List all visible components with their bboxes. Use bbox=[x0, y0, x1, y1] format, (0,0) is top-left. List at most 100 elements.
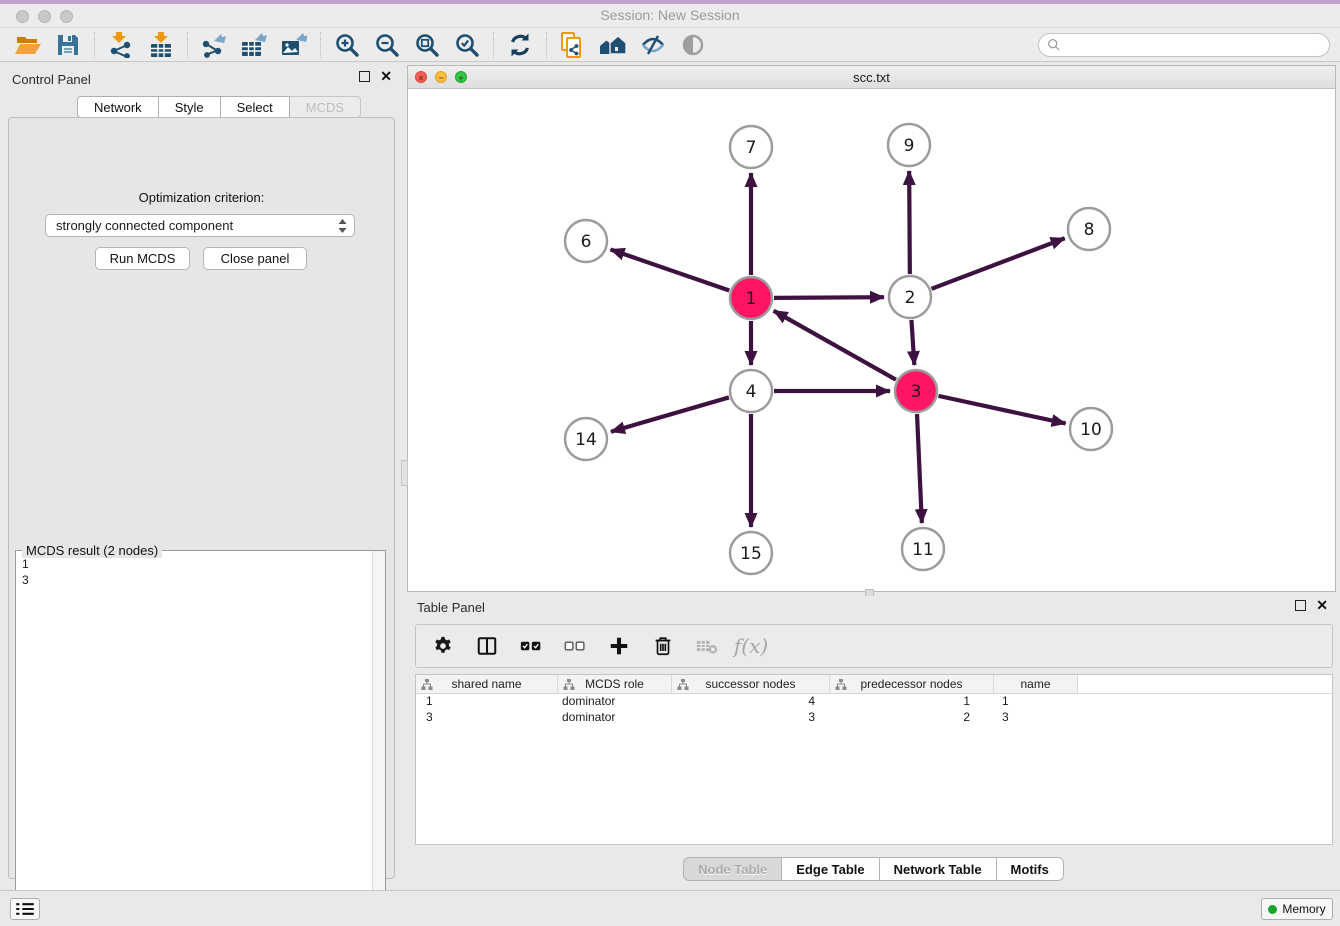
vertical-splitter-handle[interactable] bbox=[401, 460, 408, 486]
tab-style[interactable]: Style bbox=[159, 96, 221, 118]
memory-status-icon bbox=[1268, 905, 1277, 914]
zoom-out-icon[interactable] bbox=[367, 30, 407, 60]
duplicate-network-icon[interactable] bbox=[553, 30, 593, 60]
graph-node-1[interactable]: 1 bbox=[730, 277, 772, 319]
graph-node-7[interactable]: 7 bbox=[730, 126, 772, 168]
close-panel-button[interactable]: Close panel bbox=[203, 247, 307, 270]
search-field[interactable] bbox=[1038, 33, 1330, 57]
zoom-selected-icon[interactable] bbox=[447, 30, 487, 60]
graph-edge-4-14[interactable] bbox=[611, 397, 729, 431]
memory-button[interactable]: Memory bbox=[1261, 898, 1333, 920]
graph-edge-2-3[interactable] bbox=[911, 320, 914, 365]
table-cell[interactable]: 3 bbox=[672, 710, 830, 726]
column-header-predecessor-nodes[interactable]: predecessor nodes bbox=[830, 675, 994, 693]
fit-content-icon[interactable] bbox=[407, 30, 447, 60]
graph-node-2[interactable]: 2 bbox=[889, 276, 931, 318]
mcds-result-list[interactable]: 13 bbox=[16, 553, 372, 926]
control-panel-tabs: NetworkStyleSelectMCDS bbox=[77, 96, 361, 118]
split-columns-icon[interactable] bbox=[472, 631, 502, 661]
optimization-dropdown[interactable]: strongly connected component bbox=[45, 214, 355, 237]
graph-node-3[interactable]: 3 bbox=[895, 370, 937, 412]
graph-node-14[interactable]: 14 bbox=[565, 418, 607, 460]
add-column-icon[interactable] bbox=[604, 631, 634, 661]
refresh-icon[interactable] bbox=[500, 30, 540, 60]
table-cell[interactable]: 1 bbox=[830, 694, 994, 710]
float-panel-icon[interactable] bbox=[359, 71, 370, 82]
hierarchy-icon bbox=[563, 678, 575, 694]
tab-mcds[interactable]: MCDS bbox=[290, 96, 361, 118]
import-table-icon[interactable] bbox=[141, 30, 181, 60]
graph-edge-2-9[interactable] bbox=[909, 171, 910, 274]
export-table-icon[interactable] bbox=[234, 30, 274, 60]
graph-edge-3-11[interactable] bbox=[917, 414, 922, 523]
task-history-button[interactable] bbox=[10, 898, 40, 920]
tab-network[interactable]: Network bbox=[77, 96, 159, 118]
search-input[interactable] bbox=[1061, 38, 1329, 53]
result-scrollbar[interactable] bbox=[372, 551, 385, 926]
graph-node-8[interactable]: 8 bbox=[1068, 208, 1110, 250]
tab-node-table[interactable]: Node Table bbox=[683, 857, 782, 881]
table-cell[interactable]: 3 bbox=[994, 710, 1078, 726]
dropdown-stepper-icon bbox=[338, 219, 347, 236]
svg-text:11: 11 bbox=[912, 540, 934, 560]
memory-label: Memory bbox=[1282, 902, 1325, 916]
svg-text:10: 10 bbox=[1080, 420, 1102, 440]
graph-node-4[interactable]: 4 bbox=[730, 370, 772, 412]
node-table[interactable]: shared nameMCDS rolesuccessor nodesprede… bbox=[415, 674, 1333, 845]
column-header-MCDS-role[interactable]: MCDS role bbox=[558, 675, 672, 693]
graph-edge-2-8[interactable] bbox=[932, 238, 1065, 289]
svg-text:8: 8 bbox=[1084, 220, 1095, 240]
zoom-in-icon[interactable] bbox=[327, 30, 367, 60]
import-network-icon[interactable] bbox=[101, 30, 141, 60]
delete-column-icon[interactable] bbox=[648, 631, 678, 661]
network-canvas[interactable]: 7 9 6 8 1 2 4 3 14 10 15 11 bbox=[408, 89, 1335, 591]
tab-select[interactable]: Select bbox=[221, 96, 290, 118]
table-cell[interactable]: 2 bbox=[830, 710, 994, 726]
table-cell[interactable]: 1 bbox=[416, 694, 558, 710]
graph-node-15[interactable]: 15 bbox=[730, 532, 772, 574]
app-titlebar: Session: New Session bbox=[0, 4, 1340, 28]
graph-node-10[interactable]: 10 bbox=[1070, 408, 1112, 450]
mcds-result-item[interactable]: 3 bbox=[22, 572, 366, 588]
table-row[interactable]: 3dominator323 bbox=[416, 710, 1332, 726]
graph-node-11[interactable]: 11 bbox=[902, 528, 944, 570]
tab-motifs[interactable]: Motifs bbox=[997, 857, 1064, 881]
style-eye-icon[interactable] bbox=[633, 30, 673, 60]
close-panel-icon[interactable]: ✕ bbox=[380, 71, 392, 82]
tab-edge-table[interactable]: Edge Table bbox=[782, 857, 879, 881]
network-window-titlebar[interactable]: × − + scc.txt bbox=[408, 66, 1335, 89]
open-session-icon[interactable] bbox=[8, 30, 48, 60]
table-cell[interactable]: 1 bbox=[994, 694, 1078, 710]
svg-text:15: 15 bbox=[740, 544, 762, 564]
mcds-result-item[interactable]: 1 bbox=[22, 556, 366, 572]
close-table-panel-icon[interactable]: ✕ bbox=[1316, 600, 1328, 611]
eye-icon[interactable] bbox=[673, 30, 713, 60]
table-cell[interactable]: dominator bbox=[558, 694, 672, 710]
tab-network-table[interactable]: Network Table bbox=[880, 857, 997, 881]
search-icon bbox=[1047, 38, 1061, 52]
column-header-successor-nodes[interactable]: successor nodes bbox=[672, 675, 830, 693]
export-network-icon[interactable] bbox=[194, 30, 234, 60]
column-header-name[interactable]: name bbox=[994, 675, 1078, 693]
graph-node-6[interactable]: 6 bbox=[565, 220, 607, 262]
select-all-checks-icon[interactable] bbox=[516, 631, 546, 661]
table-cell[interactable]: dominator bbox=[558, 710, 672, 726]
toolbar-separator bbox=[187, 32, 188, 58]
table-cell[interactable]: 4 bbox=[672, 694, 830, 710]
save-session-icon[interactable] bbox=[48, 30, 88, 60]
export-image-icon[interactable] bbox=[274, 30, 314, 60]
clear-checks-icon[interactable] bbox=[560, 631, 590, 661]
run-mcds-button[interactable]: Run MCDS bbox=[95, 247, 190, 270]
home-icon[interactable] bbox=[593, 30, 633, 60]
graph-edge-3-1[interactable] bbox=[774, 311, 896, 380]
column-header-shared-name[interactable]: shared name bbox=[416, 675, 558, 693]
graph-edge-3-10[interactable] bbox=[938, 396, 1065, 424]
hierarchy-icon bbox=[677, 678, 689, 694]
graph-edge-1-2[interactable] bbox=[774, 297, 884, 298]
table-cell[interactable]: 3 bbox=[416, 710, 558, 726]
settings-icon[interactable] bbox=[428, 631, 458, 661]
graph-node-9[interactable]: 9 bbox=[888, 124, 930, 166]
table-row[interactable]: 1dominator411 bbox=[416, 694, 1332, 710]
graph-edge-1-6[interactable] bbox=[611, 249, 730, 290]
float-table-panel-icon[interactable] bbox=[1295, 600, 1306, 611]
